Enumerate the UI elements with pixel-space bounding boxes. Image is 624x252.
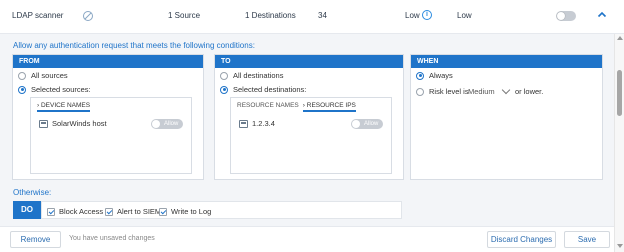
block-access-label: Block Access — [59, 207, 104, 216]
when-header: WHEN — [411, 55, 602, 68]
rule-enable-toggle[interactable] — [556, 11, 576, 21]
from-header: FROM — [13, 55, 203, 68]
tab-device-names[interactable]: › DEVICE NAMES — [37, 98, 91, 112]
save-button[interactable]: Save — [564, 231, 610, 248]
rule-row[interactable]: LDAP scanner 1 Source 1 Destinations 34 … — [0, 0, 624, 34]
write-to-log-checkbox[interactable]: Write to Log — [159, 207, 211, 216]
risk-level-label: Risk level is — [429, 87, 469, 96]
selected-destinations-radio[interactable]: Selected destinations: — [220, 85, 306, 94]
always-radio[interactable]: Always — [416, 71, 453, 80]
risk-suffix-label: or lower. — [515, 87, 544, 96]
footer-bar: Remove You have unsaved changes Discard … — [0, 226, 614, 252]
radio-dot — [220, 71, 228, 80]
tab-resource-names[interactable]: RESOURCE NAMES — [237, 98, 299, 112]
checkbox-checked — [105, 207, 113, 216]
ip-icon — [239, 119, 248, 128]
selected-sources-label: Selected sources: — [31, 85, 91, 94]
checkbox-checked — [159, 207, 167, 216]
source-item: SolarWinds host — [39, 119, 107, 128]
allow-label: Allow — [364, 121, 379, 127]
source-item-label: SolarWinds host — [52, 119, 107, 128]
alert-to-siem-checkbox[interactable]: Alert to SIEM — [105, 207, 161, 216]
always-label: Always — [429, 71, 453, 80]
all-destinations-radio[interactable]: All destinations — [220, 71, 283, 80]
risk-level-value: Medium — [468, 87, 495, 96]
remove-button[interactable]: Remove — [10, 231, 61, 248]
discard-changes-button[interactable]: Discard Changes — [487, 231, 556, 248]
destination-allow-toggle[interactable]: Allow — [351, 119, 383, 129]
info-icon[interactable]: i — [422, 10, 432, 20]
risk-level-select[interactable]: Medium — [468, 85, 510, 96]
destination-item-label: 1.2.3.4 — [252, 119, 275, 128]
source-list: › DEVICE NAMES SolarWinds host Allow — [30, 97, 192, 174]
source-tabs: › DEVICE NAMES — [37, 98, 91, 112]
destination-count: 1 Destinations — [245, 11, 296, 20]
rule-name: LDAP scanner — [12, 11, 64, 20]
toggle-knob — [557, 12, 565, 20]
toggle-knob — [352, 120, 360, 128]
write-to-log-label: Write to Log — [171, 207, 212, 216]
alert-to-siem-label: Alert to SIEM — [117, 207, 162, 216]
allow-label: Allow — [164, 121, 179, 127]
to-header: TO — [215, 55, 403, 68]
selected-destinations-label: Selected destinations: — [233, 85, 307, 94]
request-count: 34 — [318, 11, 327, 20]
risk-suffix: or lower. — [515, 87, 543, 96]
unsaved-changes-text: You have unsaved changes — [69, 235, 155, 242]
radio-dot-selected — [416, 71, 424, 80]
radio-dot — [18, 71, 26, 80]
tab-resource-ips[interactable]: › RESOURCE IPS — [302, 98, 356, 112]
toggle-knob — [152, 120, 160, 128]
chevron-down-icon — [501, 85, 510, 95]
destination-item: 1.2.3.4 — [239, 119, 275, 128]
all-destinations-label: All destinations — [233, 71, 284, 80]
risk-value: Low — [405, 11, 420, 20]
radio-dot-selected — [220, 85, 228, 94]
selected-sources-radio[interactable]: Selected sources: — [18, 85, 91, 94]
scanner-icon — [83, 11, 93, 21]
destination-list: RESOURCE NAMES › RESOURCE IPS 1.2.3.4 Al… — [230, 97, 392, 174]
do-badge: DO — [13, 201, 41, 219]
device-icon — [39, 119, 48, 128]
conditions-intro: Allow any authentication request that me… — [13, 41, 255, 50]
otherwise-actions: Block Access Alert to SIEM Write to Log — [41, 201, 402, 219]
otherwise-label: Otherwise: — [13, 188, 52, 197]
scroll-down-arrow[interactable] — [617, 244, 623, 248]
radio-dot — [416, 87, 424, 96]
scroll-thumb[interactable] — [617, 70, 622, 116]
source-count: 1 Source — [168, 11, 201, 20]
block-access-checkbox[interactable]: Block Access — [47, 207, 103, 216]
chevron-up-icon[interactable] — [596, 9, 608, 21]
source-allow-toggle[interactable]: Allow — [151, 119, 183, 129]
radio-dot-selected — [18, 85, 26, 94]
risk-level-radio[interactable]: Risk level is — [416, 87, 469, 96]
all-sources-radio[interactable]: All sources — [18, 71, 68, 80]
destination-tabs: RESOURCE NAMES › RESOURCE IPS — [237, 98, 356, 112]
scrollbar[interactable] — [614, 34, 624, 252]
scroll-up-arrow[interactable] — [617, 36, 623, 40]
level-value: Low — [457, 11, 472, 20]
checkbox-checked — [47, 207, 55, 216]
all-sources-label: All sources — [31, 71, 68, 80]
